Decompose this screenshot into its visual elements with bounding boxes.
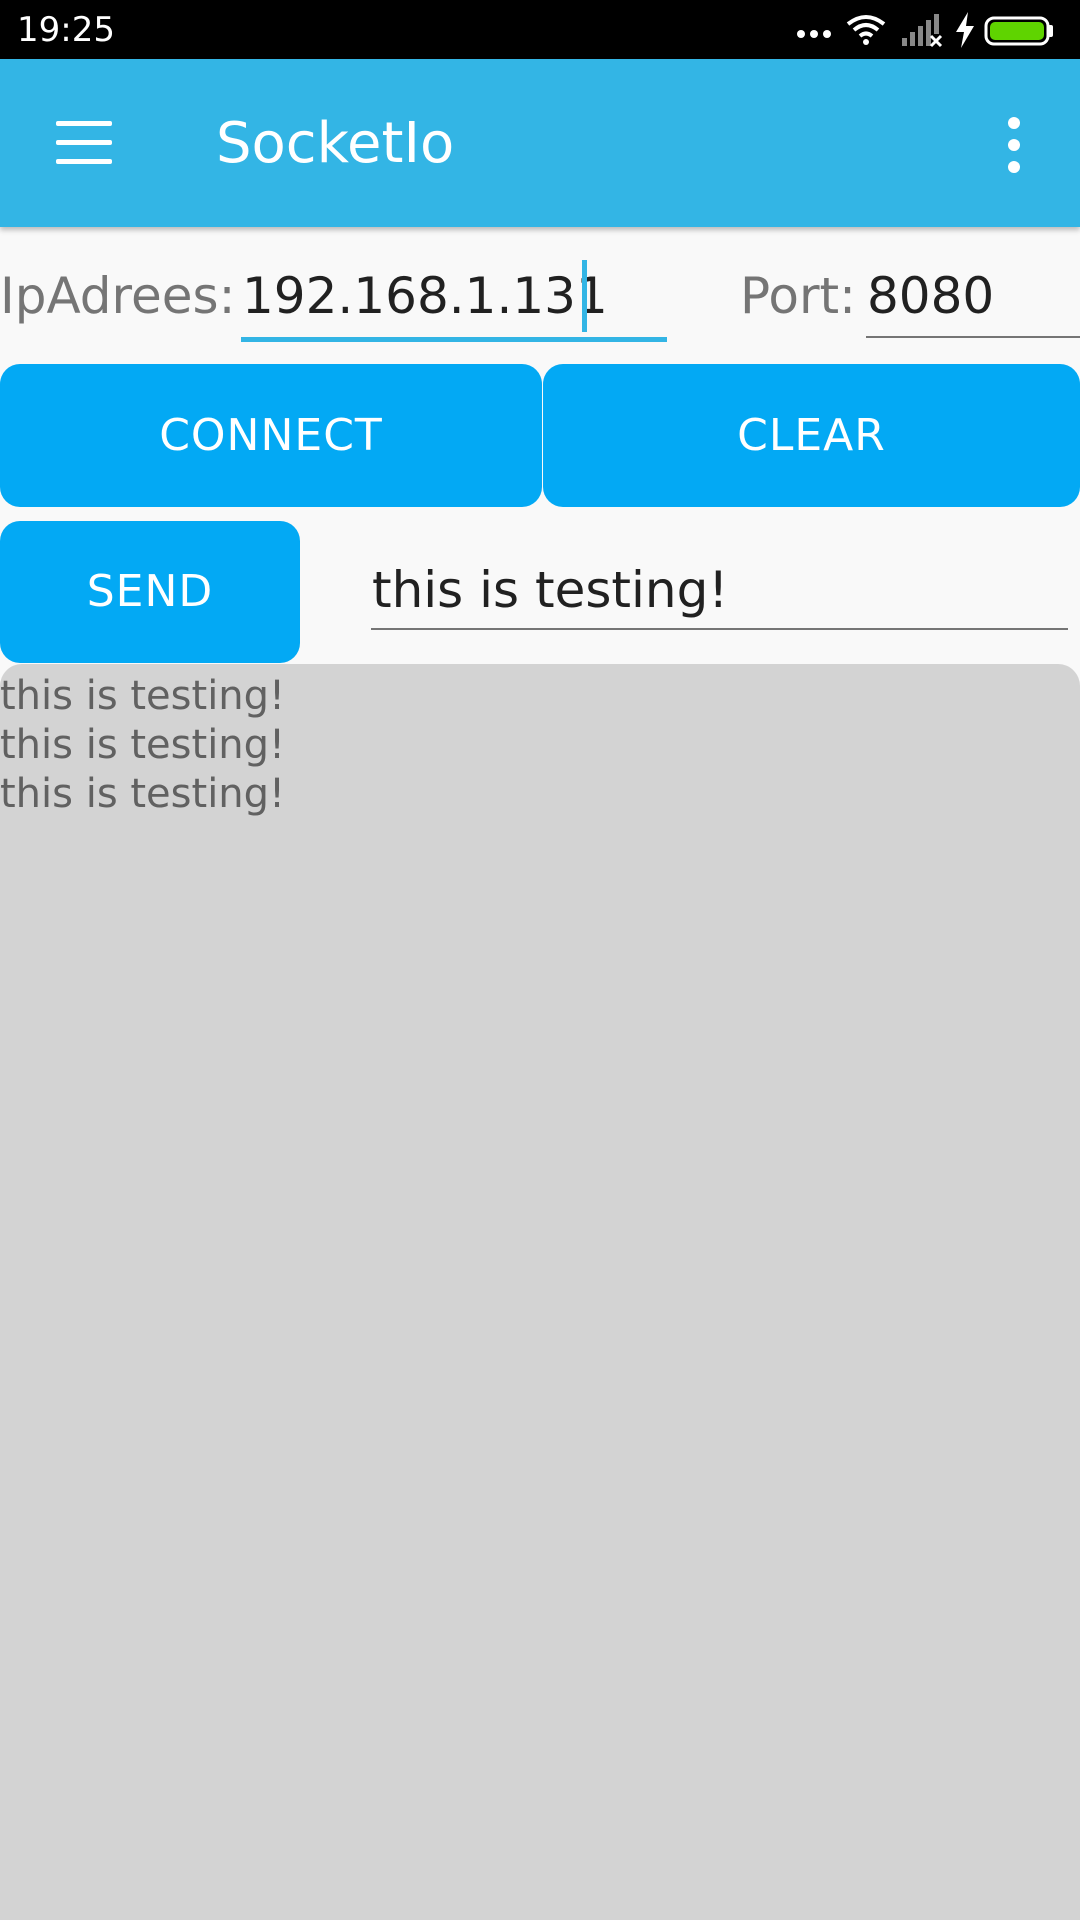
battery-full-icon [984, 16, 1053, 46]
log-line: this is testing! [0, 722, 286, 768]
menu-icon[interactable] [56, 121, 112, 165]
more-dots-icon [797, 30, 831, 38]
port-underline [866, 336, 1080, 338]
message-log[interactable]: this is testing! this is testing! this i… [0, 664, 1080, 1920]
status-bar: 19:25 [0, 0, 1080, 59]
ip-address-underline [241, 337, 667, 342]
app-bar: SocketIo [0, 59, 1080, 227]
signal-no-service-icon [902, 14, 943, 48]
clear-button[interactable]: CLEAR [543, 364, 1080, 507]
charging-bolt-icon [956, 12, 974, 48]
screen: 19:25 SocketIo IpAdrees: 192.168.1.131 P… [0, 0, 1080, 1920]
log-line: this is testing! [0, 771, 286, 817]
wifi-icon [846, 15, 886, 45]
port-label: Port: [740, 267, 856, 325]
overflow-menu-icon[interactable] [1000, 117, 1028, 173]
port-input[interactable]: 8080 [867, 266, 994, 326]
message-underline [371, 628, 1068, 630]
message-input[interactable]: this is testing! [372, 560, 728, 620]
log-line: this is testing! [0, 673, 286, 719]
app-title: SocketIo [216, 111, 455, 176]
status-icons [796, 12, 1066, 48]
connect-button[interactable]: CONNECT [0, 364, 542, 507]
text-cursor [582, 260, 587, 332]
status-time: 19:25 [17, 10, 115, 50]
ip-address-input[interactable]: 192.168.1.131 [242, 266, 608, 326]
ip-address-label: IpAdrees: [0, 267, 236, 325]
send-button[interactable]: SEND [0, 521, 300, 663]
